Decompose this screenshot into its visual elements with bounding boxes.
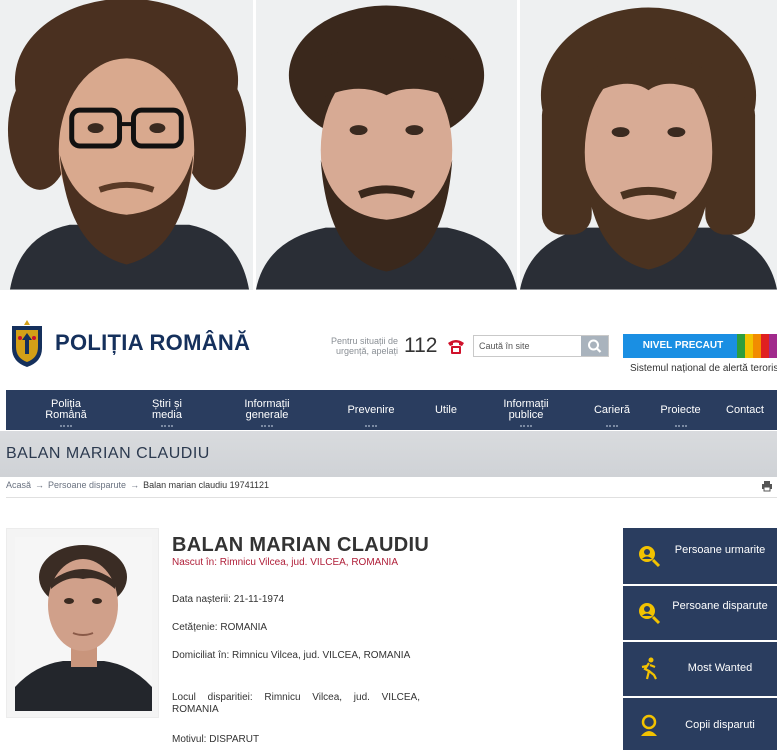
citizenship-row: Cetățenie: ROMANIA xyxy=(172,622,420,634)
sidebar-item-most-wanted[interactable]: Most Wanted xyxy=(623,642,777,696)
alert-stripe-1 xyxy=(745,334,753,358)
citizenship-label: Cetățenie: xyxy=(172,622,218,633)
alert-level-stripes xyxy=(737,334,777,358)
disappearance-place-row: Locul disparitiei: Rimnicu Vilcea, jud. … xyxy=(172,692,420,716)
nav-dots xyxy=(60,425,72,428)
alert-system-label: Sistemul național de alertă teroristă xyxy=(630,363,777,374)
reason-value: DISPARUT xyxy=(209,734,260,745)
alert-stripe-2 xyxy=(753,334,761,358)
person-photo xyxy=(6,528,159,718)
reason-label: Motivul: xyxy=(172,734,207,745)
nav-dots xyxy=(161,425,173,428)
sidebar-item-persoane-disparute[interactable]: Persoane disparute xyxy=(623,586,777,640)
nav-item-politia-romana[interactable]: Poliția Română xyxy=(6,390,126,430)
nav-item-label: Poliția Română xyxy=(45,398,87,421)
nav-dots xyxy=(520,425,532,428)
breadcrumb-home-link[interactable]: Acasă xyxy=(6,480,31,490)
nav-item-label: Contact xyxy=(726,403,764,416)
sidebar-item-copii-disparuti[interactable]: Copii disparuti xyxy=(623,698,777,750)
domicile-row: Domiciliat în: Rimnicu Vilcea, jud. VILC… xyxy=(172,650,420,662)
urgency-note: Pentru situații de urgență, apelați xyxy=(330,336,398,356)
sidebar-item-persoane-urmarite[interactable]: Persoane urmarite xyxy=(623,528,777,584)
site-header: POLIȚIA ROMÂNĂ Pentru situații de urgenț… xyxy=(0,312,777,387)
print-icon[interactable] xyxy=(761,480,773,492)
nav-item-label: Informații publice xyxy=(503,398,549,421)
main-nav: Poliția Română Știri și media Informații… xyxy=(6,390,777,430)
portrait-glasses xyxy=(0,0,254,290)
alert-level-button[interactable]: NIVEL PRECAUT xyxy=(623,334,777,358)
nav-item-label: Știri și media xyxy=(152,398,182,421)
breadcrumb-current: Balan marian claudiu 19741121 xyxy=(143,480,270,490)
nav-item-label: Proiecte xyxy=(660,403,701,416)
search-input[interactable] xyxy=(474,336,582,356)
search-icon xyxy=(588,339,602,353)
alert-stripe-4 xyxy=(769,334,777,358)
nav-item-informatii-generale[interactable]: Informații generale xyxy=(208,390,326,430)
nav-item-stiri-media[interactable]: Știri și media xyxy=(126,390,208,430)
nav-dots xyxy=(261,425,273,428)
nav-item-informatii-publice[interactable]: Informații publice xyxy=(476,390,576,430)
divider xyxy=(6,497,777,498)
birth-date-row: Data nașterii: 21-11-1974 xyxy=(172,594,420,606)
emergency-number: 112 xyxy=(404,334,438,357)
reason-row: Motivul: DISPARUT xyxy=(172,734,420,746)
running-man-icon xyxy=(641,657,657,680)
sidebar-item-label: Persoane disparute xyxy=(672,600,768,612)
magnifier-person-icon xyxy=(639,546,661,568)
breadcrumb-missing-persons-link[interactable]: Persoane disparute xyxy=(48,480,126,490)
page-title: BALAN MARIAN CLAUDIU xyxy=(6,445,210,462)
search-button[interactable] xyxy=(581,336,608,356)
phone-icon xyxy=(448,340,464,354)
police-crest-icon xyxy=(12,320,42,367)
nav-dots xyxy=(674,425,687,428)
birth-date-label: Data nașterii: xyxy=(172,594,231,605)
person-name: BALAN MARIAN CLAUDIU xyxy=(172,534,430,556)
age-progression-portraits xyxy=(0,0,777,290)
person-birthplace: Nascut în: Rimnicu Vilcea, jud. VILCEA, … xyxy=(172,557,399,568)
site-search xyxy=(473,335,609,357)
nav-dots xyxy=(606,425,618,428)
nav-item-label: Utile xyxy=(434,403,457,416)
nav-item-prevenire[interactable]: Prevenire xyxy=(326,390,416,430)
nav-dots xyxy=(365,425,377,428)
nav-item-proiecte[interactable]: Proiecte xyxy=(648,390,713,430)
portrait-short-hair xyxy=(256,0,517,290)
page-title-band: BALAN MARIAN CLAUDIU xyxy=(0,431,777,477)
nav-item-cariera[interactable]: Carieră xyxy=(576,390,648,430)
domicile-label: Domiciliat în: xyxy=(172,650,230,661)
alert-stripe-3 xyxy=(761,334,769,358)
magnifier-person-icon xyxy=(639,603,661,625)
nav-item-contact[interactable]: Contact xyxy=(713,390,777,430)
sidebar-item-label: Most Wanted xyxy=(687,662,753,674)
nav-item-utile[interactable]: Utile xyxy=(416,390,476,430)
domicile-value: Rimnicu Vilcea, jud. VILCEA, ROMANIA xyxy=(232,650,411,661)
portrait-long-hair xyxy=(520,0,777,290)
nav-item-label: Prevenire xyxy=(347,403,395,416)
page: POLIȚIA ROMÂNĂ Pentru situații de urgenț… xyxy=(0,0,777,750)
birth-date-value: 21-11-1974 xyxy=(233,594,285,605)
breadcrumb: Acasă → Persoane disparute → Balan marian cl… xyxy=(6,480,777,496)
disappearance-place-label: Locul disparitiei: xyxy=(172,692,253,703)
site-brand[interactable]: POLIȚIA ROMÂNĂ xyxy=(55,330,250,356)
nav-item-label: Informații generale xyxy=(244,398,290,421)
alert-stripe-0 xyxy=(737,334,745,358)
alert-level-label: NIVEL PRECAUT xyxy=(642,340,724,351)
nav-item-label: Carieră xyxy=(593,403,631,416)
citizenship-value: ROMANIA xyxy=(220,622,268,633)
child-icon xyxy=(641,714,657,736)
breadcrumb-separator: → xyxy=(130,480,140,490)
sidebar-item-label: Copii disparuti xyxy=(685,719,755,731)
sidebar-item-label: Persoane urmarite xyxy=(674,544,766,556)
breadcrumb-separator: → xyxy=(35,480,45,490)
